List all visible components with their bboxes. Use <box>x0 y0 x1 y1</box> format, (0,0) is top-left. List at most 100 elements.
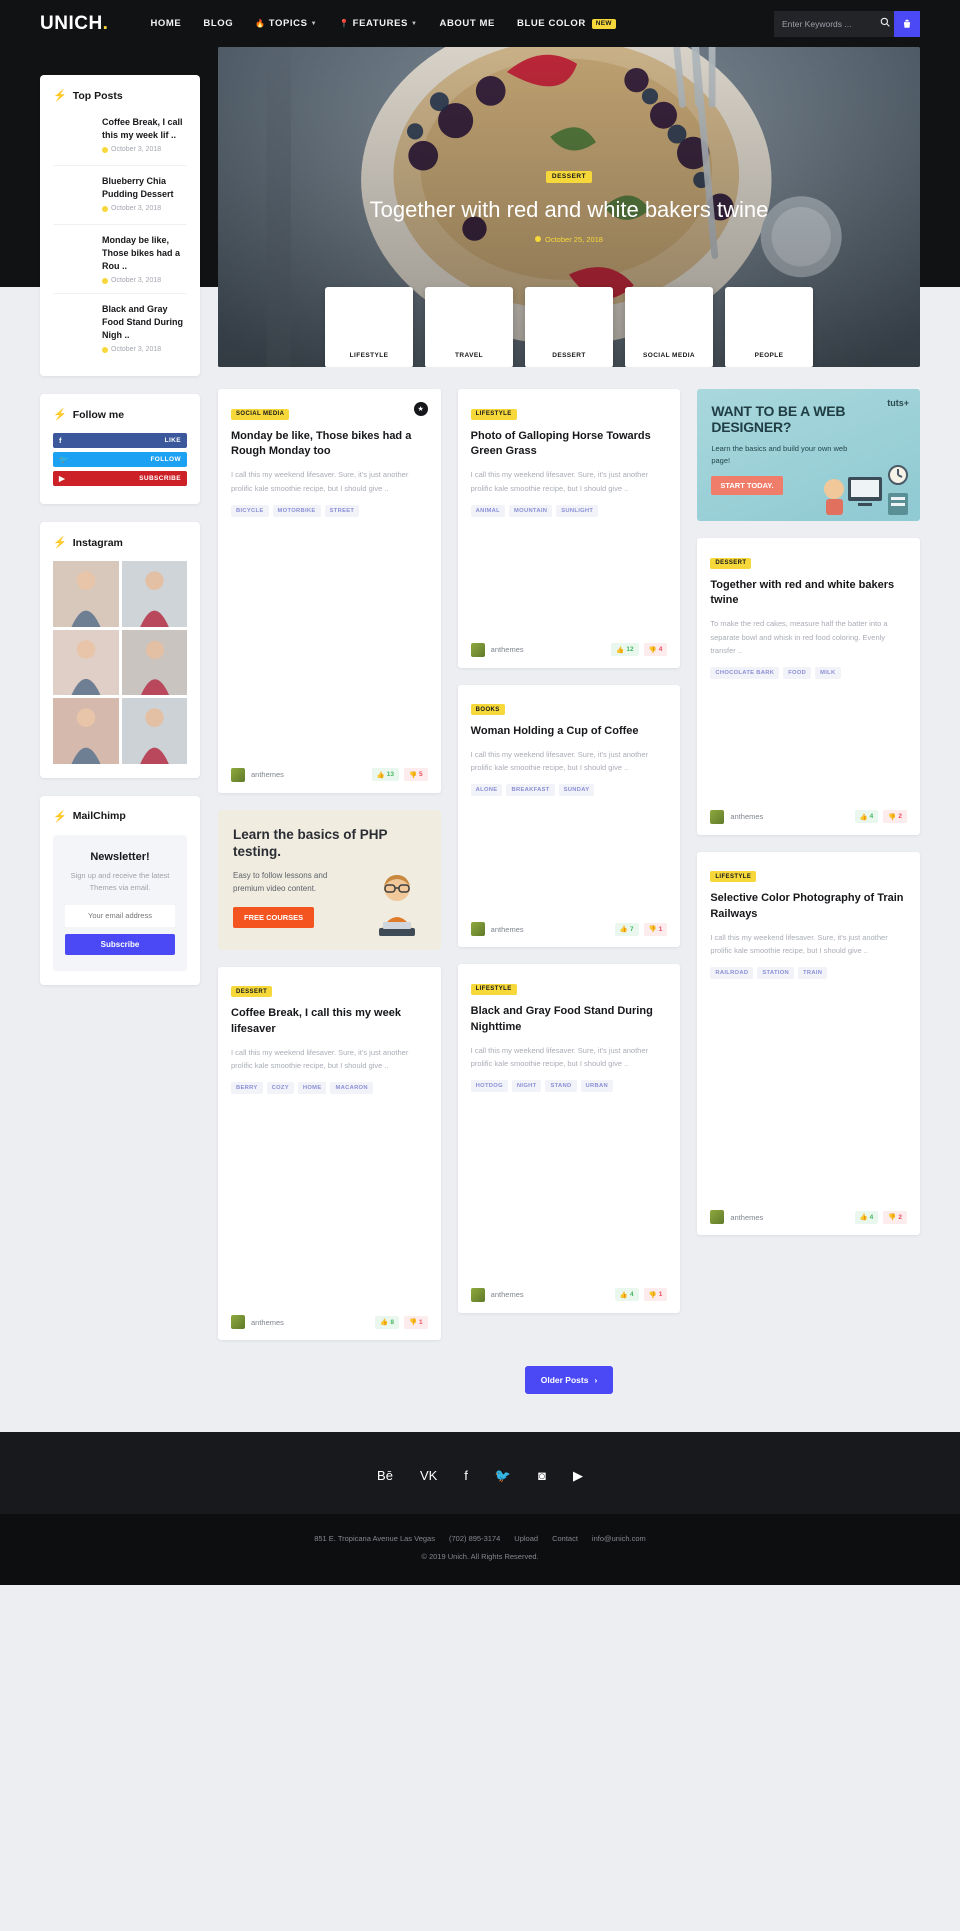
post-image[interactable] <box>231 529 428 759</box>
dislike-button[interactable]: 👎 2 <box>883 810 908 824</box>
post-title[interactable]: Monday be like, Those bikes had a Rough … <box>231 429 428 461</box>
nav-item-blue-color[interactable]: BLUE COLOR NEW <box>517 18 616 29</box>
hero-slider[interactable]: DESSERT Together with red and white bake… <box>218 47 920 367</box>
post-tag[interactable]: NIGHT <box>511 1079 542 1092</box>
like-button[interactable]: 👍 13 <box>371 768 399 782</box>
post-tag[interactable]: RAILROAD <box>710 967 754 980</box>
post-card[interactable]: LIFESTYLE Photo of Galloping Horse Toward… <box>457 389 681 668</box>
post-tag[interactable]: BERRY <box>231 1082 263 1095</box>
post-image[interactable] <box>471 1104 668 1279</box>
post-tag[interactable]: STAND <box>545 1079 577 1092</box>
post-tag[interactable]: MOUNTAIN <box>509 504 553 517</box>
post-tag[interactable]: URBAN <box>580 1079 613 1092</box>
post-image[interactable] <box>710 991 907 1201</box>
follow-button-youtube[interactable]: ▶ SUBSCRIBE <box>53 471 187 487</box>
post-author[interactable]: anthemes <box>491 1290 524 1299</box>
post-author[interactable]: anthemes <box>251 770 284 779</box>
hero-thumb-lifestyle[interactable]: LIFESTYLE <box>325 287 413 367</box>
newsletter-email-input[interactable] <box>65 904 175 927</box>
top-post-title[interactable]: Blueberry Chia Pudding Dessert <box>102 175 187 201</box>
post-tag[interactable]: HOME <box>297 1082 327 1095</box>
post-title[interactable]: Together with red and white bakers twine <box>710 578 907 610</box>
post-card[interactable]: BOOKS Woman Holding a Cup of Coffee I call… <box>457 684 681 948</box>
post-image[interactable] <box>710 691 907 801</box>
dislike-button[interactable]: 👎 2 <box>883 1210 908 1224</box>
footer-link-contact[interactable]: Contact <box>552 1534 578 1543</box>
behance-icon[interactable]: Bē <box>377 1468 393 1484</box>
dislike-button[interactable]: 👎 1 <box>643 1288 668 1302</box>
post-title[interactable]: Black and Gray Food Stand During Nightti… <box>471 1004 668 1036</box>
instagram-photo[interactable] <box>121 561 187 627</box>
post-tag[interactable]: STATION <box>757 967 795 980</box>
post-title[interactable]: Woman Holding a Cup of Coffee <box>471 724 668 740</box>
post-category-badge[interactable]: LIFESTYLE <box>470 408 517 420</box>
instagram-photo[interactable] <box>53 561 119 627</box>
post-card[interactable]: DESSERT Coffee Break, I call this my week… <box>218 966 441 1341</box>
post-tag[interactable]: BREAKFAST <box>506 784 555 797</box>
post-tag[interactable]: MACARON <box>330 1082 373 1095</box>
search-input[interactable] <box>782 18 874 29</box>
post-image[interactable] <box>231 1106 428 1306</box>
instagram-icon[interactable]: ◙ <box>538 1468 546 1484</box>
post-tag[interactable]: BICYCLE <box>231 504 269 517</box>
post-author[interactable]: anthemes <box>491 645 524 654</box>
newsletter-subscribe-button[interactable]: Subscribe <box>65 933 175 955</box>
nav-item-about-me[interactable]: ABOUT ME <box>440 18 495 29</box>
top-post-title[interactable]: Black and Gray Food Stand During Nigh .. <box>102 303 187 342</box>
post-tag[interactable]: STREET <box>324 504 360 517</box>
top-post-item[interactable]: Blueberry Chia Pudding Dessert October 3,… <box>53 165 187 224</box>
youtube-icon[interactable]: ▶ <box>573 1468 583 1484</box>
dislike-button[interactable]: 👎 5 <box>403 768 428 782</box>
dislike-button[interactable]: 👎 1 <box>643 922 668 936</box>
post-author[interactable]: anthemes <box>730 1213 763 1222</box>
hero-thumb-people[interactable]: PEOPLE <box>725 287 813 367</box>
follow-button-twitter[interactable]: 🐦 FOLLOW <box>53 452 187 468</box>
top-post-item[interactable]: Black and Gray Food Stand During Nigh ..… <box>53 293 187 362</box>
post-tag[interactable]: TRAIN <box>798 967 828 980</box>
like-button[interactable]: 👍 8 <box>375 1315 399 1329</box>
top-post-item[interactable]: Monday be like, Those bikes had a Rou ..… <box>53 224 187 293</box>
like-button[interactable]: 👍 4 <box>854 810 879 824</box>
post-author[interactable]: anthemes <box>491 925 524 934</box>
nav-item-blog[interactable]: BLOG <box>203 18 233 29</box>
bookmark-icon[interactable]: ★ <box>413 402 428 416</box>
hero-thumb-travel[interactable]: TRAVEL <box>425 287 513 367</box>
post-tag[interactable]: MILK <box>815 666 841 679</box>
follow-button-facebook[interactable]: f LIKE <box>53 433 187 449</box>
post-category-badge[interactable]: LIFESTYLE <box>470 983 517 995</box>
nav-item-features[interactable]: 📍 FEATURES ▼ <box>339 18 417 29</box>
top-post-title[interactable]: Coffee Break, I call this my week lif .. <box>102 116 187 142</box>
post-tag[interactable]: FOOD <box>783 666 812 679</box>
promo-cta-button[interactable]: START TODAY. <box>711 476 783 496</box>
post-image[interactable] <box>471 529 668 634</box>
post-card[interactable]: LIFESTYLE Black and Gray Food Stand Durin… <box>457 964 681 1313</box>
like-button[interactable]: 👍 4 <box>854 1210 879 1224</box>
post-tag[interactable]: COZY <box>266 1082 294 1095</box>
search-box[interactable] <box>774 10 894 37</box>
footer-email[interactable]: info@unich.com <box>592 1534 646 1543</box>
post-tag[interactable]: CHOCOLATE BARK <box>710 666 780 679</box>
hero-category-badge[interactable]: DESSERT <box>545 170 593 183</box>
search-icon[interactable] <box>880 17 890 30</box>
post-tag[interactable]: SUNLIGHT <box>556 504 599 517</box>
like-button[interactable]: 👍 7 <box>614 922 639 936</box>
nav-item-topics[interactable]: 🔥 TOPICS ▼ <box>255 18 317 29</box>
instagram-photo[interactable] <box>121 629 187 696</box>
like-button[interactable]: 👍 12 <box>611 643 639 657</box>
twitter-icon[interactable]: 🐦 <box>495 1468 511 1484</box>
promo-cta-button[interactable]: FREE COURSES <box>233 907 315 929</box>
promo-tutsplus[interactable]: tuts+ WANT TO BE A WEB DESIGNER? Learn the… <box>697 389 921 521</box>
hero-thumb-dessert[interactable]: DESSERT <box>525 287 613 367</box>
post-author[interactable]: anthemes <box>730 812 763 821</box>
post-category-badge[interactable]: LIFESTYLE <box>710 871 757 883</box>
hero-thumb-social-media[interactable]: SOCIAL MEDIA <box>625 287 713 367</box>
post-category-badge[interactable]: DESSERT <box>710 557 752 569</box>
instagram-photo[interactable] <box>53 629 119 696</box>
post-category-badge[interactable]: BOOKS <box>470 704 505 716</box>
instagram-photo[interactable] <box>121 698 187 764</box>
post-card[interactable]: ★ SOCIAL MEDIA Monday be like, Those bikes… <box>218 389 441 793</box>
cart-button[interactable] <box>894 10 920 37</box>
post-card[interactable]: DESSERT Together with red and white baker… <box>697 538 921 835</box>
post-tag[interactable]: MOTORBIKE <box>272 504 321 517</box>
post-category-badge[interactable]: DESSERT <box>231 986 273 998</box>
